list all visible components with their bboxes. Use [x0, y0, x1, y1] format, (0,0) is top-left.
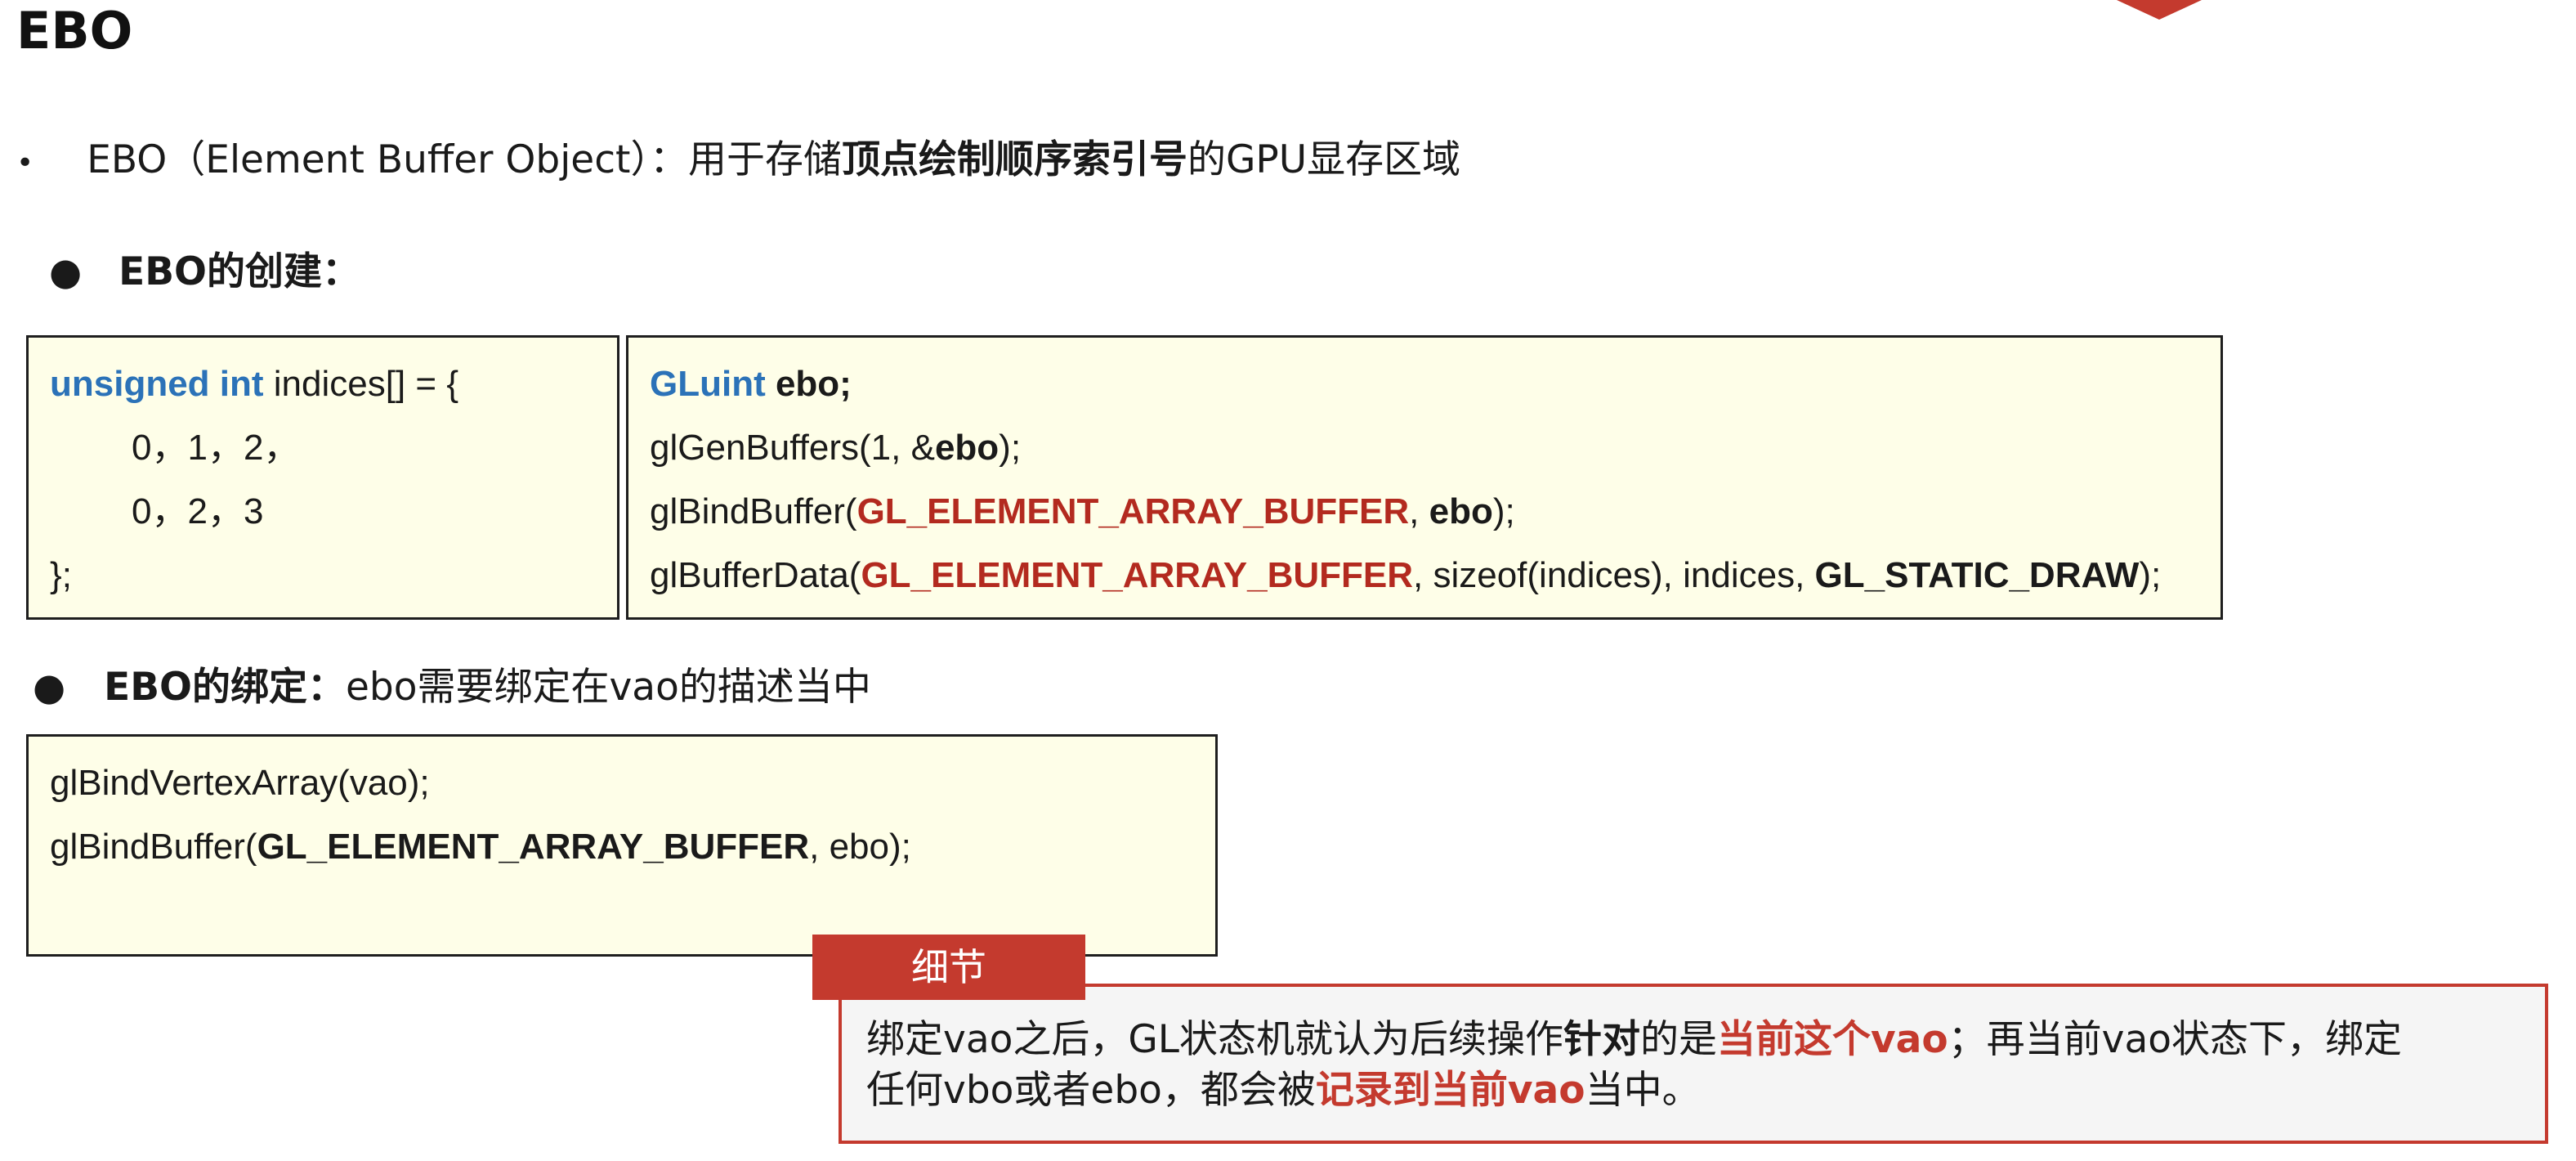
- code-constant: GL_ELEMENT_ARRAY_BUFFER: [861, 555, 1414, 595]
- code-constant: GL_ELEMENT_ARRAY_BUFFER: [856, 491, 1410, 531]
- note-text: ；再当前vao状态下，绑定: [1948, 1017, 2403, 1062]
- detail-tag: 细节: [812, 935, 1085, 1000]
- code-keyword: GLuint: [650, 364, 766, 404]
- creation-heading: ● EBO的创建：: [49, 247, 360, 297]
- code-line: 0，1，2，: [132, 428, 300, 468]
- code-line: glBindBuffer(GL_ELEMENT_ARRAY_BUFFER, eb…: [650, 480, 2199, 544]
- note-text: 任何vbo或者ebo，都会被: [866, 1068, 1316, 1113]
- code-var: ebo;: [765, 364, 852, 404]
- code-text: );: [1492, 491, 1515, 531]
- code-text: glBindBuffer(: [50, 827, 257, 867]
- note-text: 的是: [1639, 1017, 1717, 1062]
- intro-text-end: 的GPU显存区域: [1187, 137, 1461, 182]
- code-text: );: [2139, 555, 2162, 595]
- code-text: , ebo);: [809, 827, 911, 867]
- intro-line: • EBO（Element Buffer Object）：用于存储顶点绘制顺序索…: [16, 136, 1460, 188]
- code-line: glBindVertexArray(vao);: [50, 763, 430, 803]
- detail-note: 绑定vao之后，GL状态机就认为后续操作针对的是当前这个vao；再当前vao状态…: [839, 984, 2548, 1144]
- binding-text: ebo需要绑定在vao的描述当中: [345, 665, 871, 710]
- code-text: ,: [1409, 491, 1429, 531]
- note-text: 当中。: [1585, 1068, 1701, 1113]
- binding-heading: ● EBO的绑定：ebo需要绑定在vao的描述当中: [33, 662, 871, 712]
- corner-decoration: [2117, 0, 2202, 20]
- code-var: ebo: [934, 428, 1000, 468]
- code-text: );: [999, 428, 1022, 468]
- create-code-box: GLuint ebo; glGenBuffers(1, &ebo); glBin…: [626, 335, 2223, 620]
- bullet-dot: •: [16, 146, 34, 180]
- code-keyword: unsigned int: [50, 364, 264, 404]
- indices-code-box: unsigned int indices[] = { 0，1，2， 0，2，3 …: [26, 335, 619, 620]
- binding-title: EBO的绑定：: [104, 665, 346, 710]
- code-line: unsigned int indices[] = {: [50, 352, 596, 416]
- code-text: glGenBuffers(1, &: [650, 428, 935, 468]
- code-constant-bold: GL_ELEMENT_ARRAY_BUFFER: [257, 827, 810, 867]
- code-line: };: [50, 555, 72, 595]
- code-constant-bold: GL_STATIC_DRAW: [1814, 555, 2140, 595]
- intro-text: EBO（Element Buffer Object）：用于存储: [87, 137, 842, 182]
- code-line: glGenBuffers(1, &ebo);: [650, 416, 2199, 480]
- code-text: glBufferData(: [650, 555, 861, 595]
- note-bold: 针对: [1563, 1017, 1640, 1062]
- code-text: , sizeof(indices), indices,: [1413, 555, 1815, 595]
- code-var: ebo: [1429, 491, 1493, 531]
- intro-bold: 顶点绘制顺序索引号: [842, 137, 1187, 182]
- code-line: GLuint ebo;: [650, 352, 2199, 416]
- page-title: EBO: [16, 1, 133, 61]
- note-line-2: 任何vbo或者ebo，都会被记录到当前vao当中。: [866, 1065, 2524, 1116]
- bullet-dot: ●: [33, 665, 66, 709]
- creation-title: EBO的创建：: [119, 249, 360, 294]
- note-line-1: 绑定vao之后，GL状态机就认为后续操作针对的是当前这个vao；再当前vao状态…: [866, 1015, 2524, 1065]
- bind-code-box: glBindVertexArray(vao); glBindBuffer(GL_…: [26, 734, 1218, 957]
- note-highlight: 记录到当前vao: [1315, 1068, 1585, 1113]
- code-text: glBindBuffer(: [650, 491, 857, 531]
- code-line: 0，2，3: [132, 491, 264, 531]
- code-line: glBindBuffer(GL_ELEMENT_ARRAY_BUFFER, eb…: [50, 815, 1194, 879]
- note-text: 绑定vao之后，GL状态机就认为后续操作: [866, 1017, 1563, 1062]
- bullet-dot: ●: [49, 249, 83, 294]
- note-highlight: 当前这个vao: [1716, 1017, 1948, 1062]
- code-line: glBufferData(GL_ELEMENT_ARRAY_BUFFER, si…: [650, 544, 2199, 607]
- code-text: indices[] = {: [263, 364, 459, 404]
